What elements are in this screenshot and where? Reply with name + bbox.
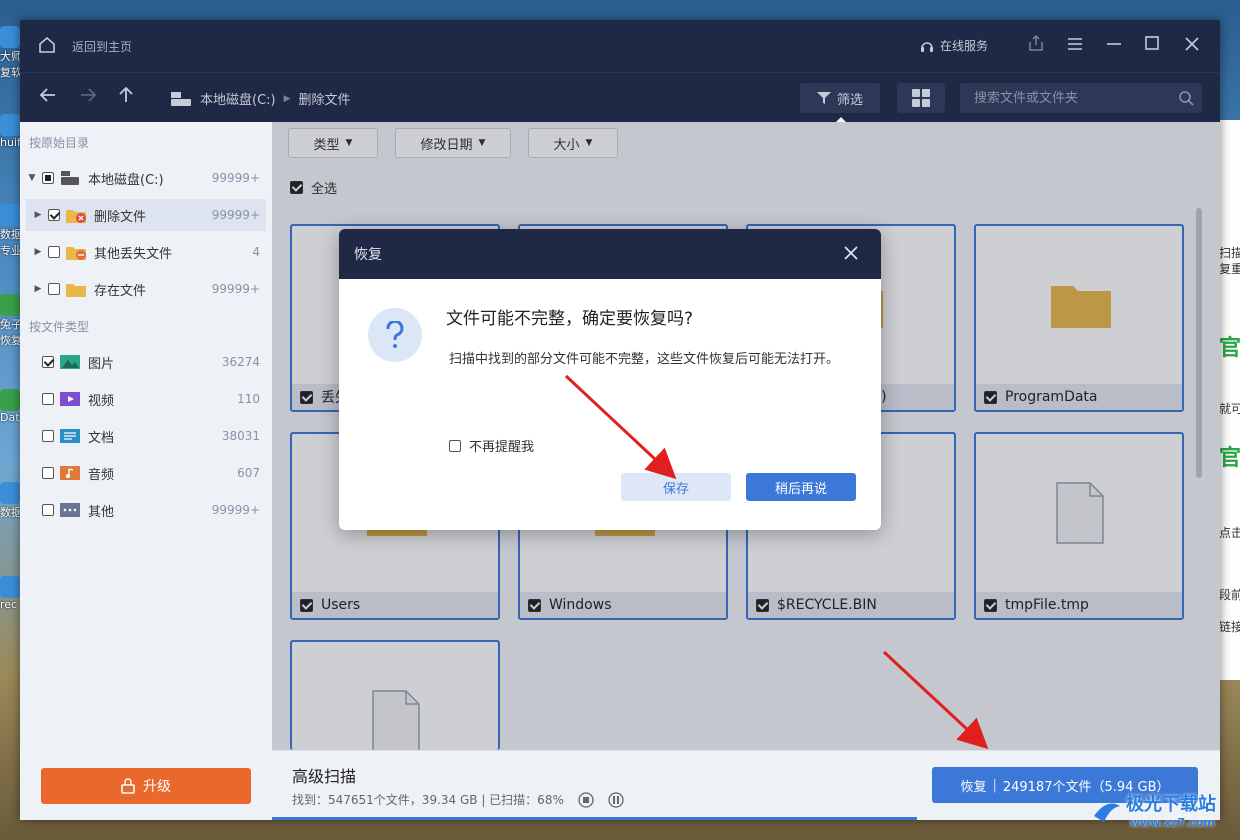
minimize-icon[interactable] — [1102, 34, 1126, 58]
app-icon — [0, 576, 20, 598]
title-bar: 返回到主页 在线服务 — [20, 20, 1220, 72]
grid-icon — [912, 89, 930, 107]
sidebar-item-pictures[interactable]: 图片 36274 — [26, 346, 266, 378]
expand-arrow-icon[interactable]: ▶ — [32, 284, 44, 294]
breadcrumb-separator-icon: ▶ — [283, 93, 291, 104]
sidebar-item-other-lost-files[interactable]: ▶ 其他丢失文件 4 — [26, 236, 266, 268]
save-button[interactable]: 保存 — [621, 473, 731, 501]
tree-checkbox[interactable] — [42, 172, 54, 184]
headset-icon — [921, 41, 933, 52]
funnel-icon — [816, 92, 831, 104]
by-directory-heading: 按原始目录 — [29, 136, 90, 150]
back-to-home-link[interactable]: 返回到主页 — [72, 38, 132, 55]
desktop-shortcut[interactable]: Dat — [0, 385, 22, 455]
video-icon — [60, 392, 80, 406]
maximize-icon[interactable] — [1140, 34, 1164, 58]
app-icon — [0, 294, 20, 316]
aurora-logo-icon — [1094, 803, 1120, 822]
share-icon[interactable] — [1024, 34, 1048, 58]
watermark-logo: 极光下载站 www.xz7.com — [1090, 790, 1235, 836]
drive-icon — [171, 91, 191, 106]
home-icon[interactable] — [38, 36, 56, 54]
drive-icon — [61, 171, 79, 185]
type-checkbox[interactable] — [42, 356, 54, 368]
sidebar-item-documents[interactable]: 文档 38031 — [26, 420, 266, 452]
type-checkbox[interactable] — [42, 504, 54, 516]
dialog-header: 恢复 — [339, 229, 881, 279]
sidebar-item-videos[interactable]: 视频 110 — [26, 383, 266, 415]
app-icon — [0, 114, 20, 136]
lock-icon — [121, 778, 135, 794]
other-files-icon — [60, 503, 80, 517]
question-icon — [368, 308, 422, 362]
sidebar-item-deleted-files[interactable]: ▶ 删除文件 99999+ — [26, 199, 266, 231]
breadcrumb-drive[interactable]: 本地磁盘(C:) — [200, 89, 276, 108]
lost-folder-icon — [66, 247, 86, 260]
dialog-heading: 文件可能不完整，确定要恢复吗? — [446, 309, 694, 329]
later-button[interactable]: 稍后再说 — [746, 473, 856, 501]
checkbox[interactable] — [449, 439, 461, 452]
search-icon[interactable] — [1178, 90, 1194, 106]
tree-checkbox[interactable] — [48, 283, 60, 295]
recover-confirm-dialog: 恢复 文件可能不完整，确定要恢复吗? 扫描中找到的部分文件可能不完整，这些文件恢… — [339, 229, 881, 530]
dialog-title: 恢复 — [354, 247, 382, 263]
upgrade-button[interactable]: 升级 — [41, 768, 251, 804]
status-bar: 高级扫描 找到：547651个文件，39.34 GB | 已扫描：68% 恢复 … — [272, 750, 1220, 820]
breadcrumb: 本地磁盘(C:) ▶ 删除文件 — [170, 89, 351, 108]
close-icon[interactable] — [839, 242, 863, 266]
type-checkbox[interactable] — [42, 467, 54, 479]
sidebar-item-local-disk[interactable]: ▼ 本地磁盘(C:) 99999+ — [26, 162, 266, 194]
type-checkbox[interactable] — [42, 430, 54, 442]
up-arrow-icon[interactable] — [114, 85, 138, 109]
green-logo: 官 — [1219, 336, 1240, 361]
desktop-shortcut[interactable]: rec — [0, 572, 22, 642]
document-icon — [60, 429, 80, 443]
forward-arrow-icon[interactable] — [76, 85, 100, 109]
app-icon — [0, 389, 20, 411]
picture-icon — [60, 355, 80, 369]
scan-progress-bar — [272, 817, 917, 820]
breadcrumb-folder[interactable]: 删除文件 — [299, 89, 351, 108]
app-icon — [0, 26, 20, 48]
scan-title: 高级扫描 — [292, 767, 357, 786]
tree-checkbox[interactable] — [48, 246, 60, 258]
desktop-shortcut[interactable]: 数据 — [0, 478, 22, 548]
navigation-bar: 本地磁盘(C:) ▶ 删除文件 筛选 — [20, 72, 1220, 124]
stop-icon[interactable] — [578, 791, 594, 808]
audio-icon — [60, 466, 80, 480]
expand-arrow-icon[interactable]: ▶ — [32, 247, 44, 257]
menu-icon[interactable] — [1063, 34, 1087, 58]
sidebar: 按原始目录 ▼ 本地磁盘(C:) 99999+ ▶ 删除文件 99999+ ▶ … — [20, 122, 272, 820]
online-service-button[interactable]: 在线服务 — [920, 37, 988, 54]
grid-view-button[interactable] — [897, 83, 945, 113]
divider: | — [992, 777, 997, 793]
by-file-type-heading: 按文件类型 — [29, 320, 90, 334]
desktop-shortcut[interactable]: huifu — [0, 110, 22, 180]
sidebar-item-existing-files[interactable]: ▶ 存在文件 99999+ — [26, 273, 266, 305]
dialog-message: 扫描中找到的部分文件可能不完整，这些文件恢复后可能无法打开。 — [449, 352, 840, 367]
folder-icon — [66, 284, 86, 297]
expand-arrow-icon[interactable]: ▼ — [26, 173, 38, 183]
search-input[interactable] — [960, 83, 1202, 113]
close-icon[interactable] — [1180, 34, 1204, 58]
green-logo: 官 — [1219, 446, 1240, 471]
pause-icon[interactable] — [608, 791, 624, 808]
dont-remind-checkbox[interactable]: 不再提醒我 — [449, 436, 534, 455]
tree-checkbox[interactable] — [48, 209, 60, 221]
desktop-shortcut[interactable]: 数据 专业 — [0, 200, 22, 270]
deleted-folder-icon — [66, 210, 86, 223]
desktop-shortcut[interactable]: 兔子 恢复 — [0, 290, 22, 360]
type-checkbox[interactable] — [42, 393, 54, 405]
app-icon — [0, 482, 20, 504]
app-icon — [0, 204, 20, 226]
desktop-shortcut[interactable]: 大师 复软 — [0, 22, 22, 92]
back-arrow-icon[interactable] — [36, 85, 60, 109]
expand-arrow-icon[interactable]: ▶ — [32, 210, 44, 220]
background-window: 扫描 复重 官 就可 官 点击 段前 链接 — [1218, 120, 1240, 680]
filter-button[interactable]: 筛选 — [800, 83, 880, 113]
scan-stats: 找到：547651个文件，39.34 GB | 已扫描：68% — [292, 791, 624, 808]
sidebar-item-other[interactable]: 其他 99999+ — [26, 494, 266, 526]
sidebar-item-audio[interactable]: 音频 607 — [26, 457, 266, 489]
